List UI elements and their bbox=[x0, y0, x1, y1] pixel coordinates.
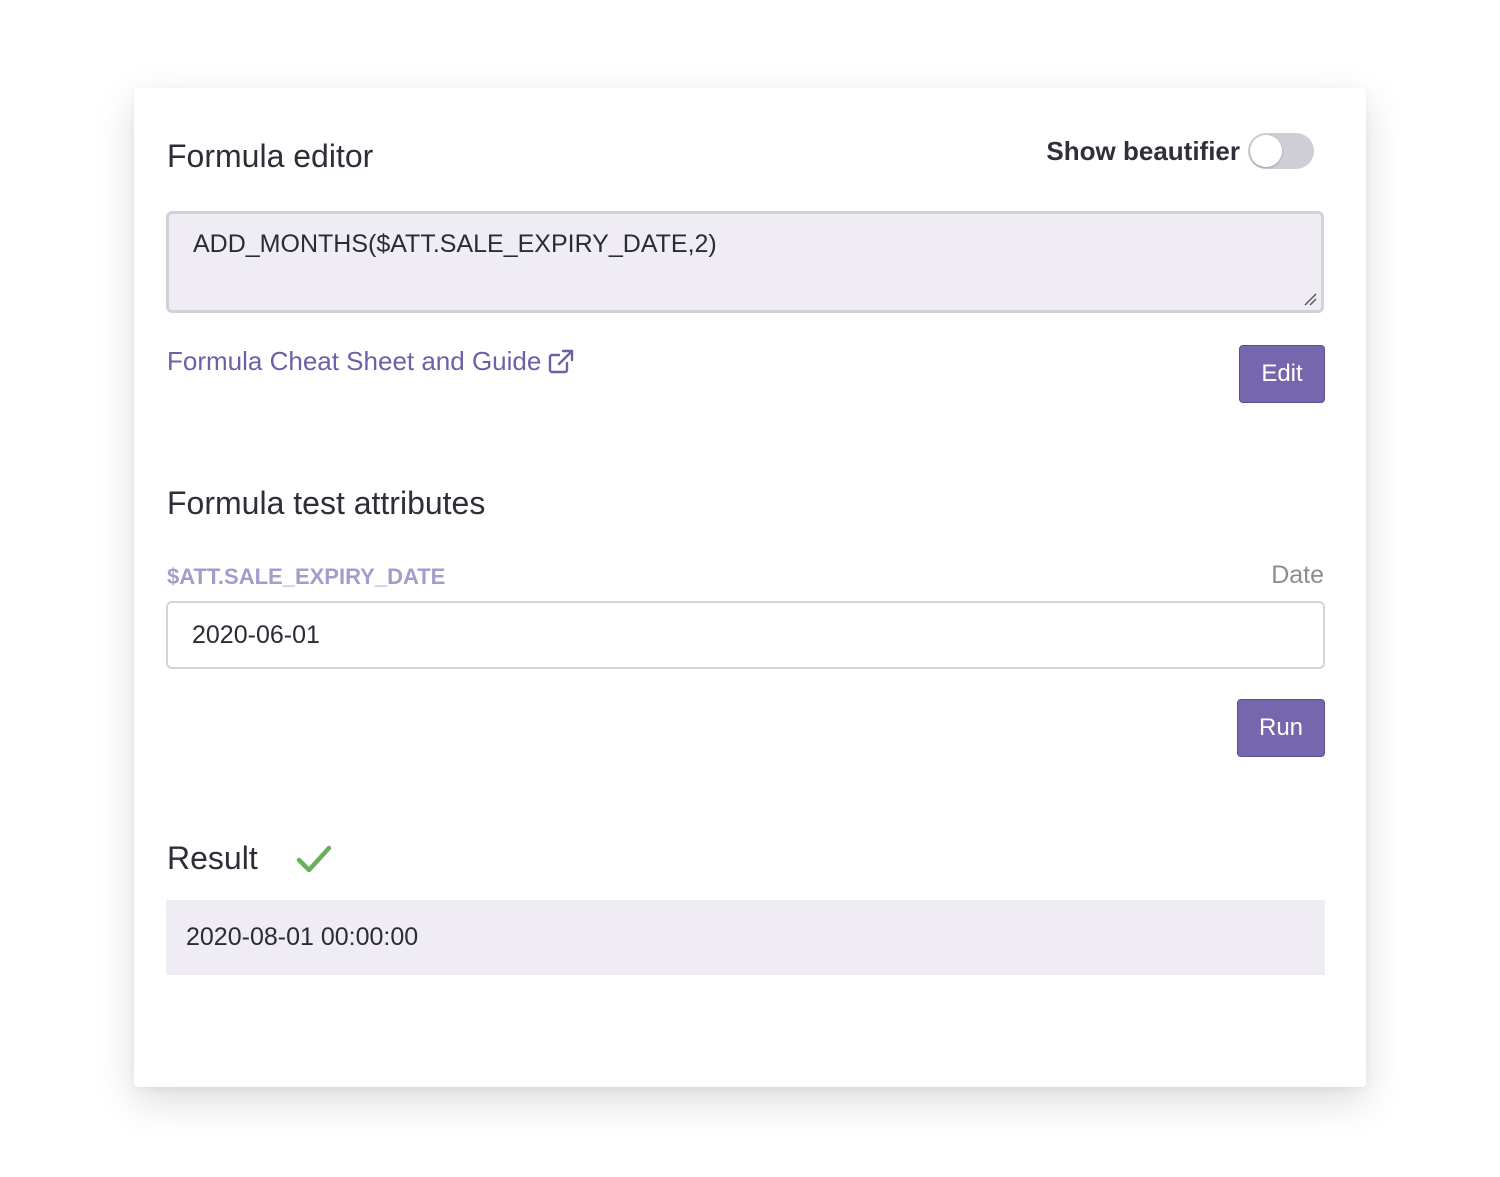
check-icon bbox=[296, 845, 332, 873]
beautifier-label: Show beautifier bbox=[1046, 135, 1240, 166]
attribute-value-input[interactable] bbox=[166, 601, 1325, 669]
beautifier-toggle[interactable] bbox=[1248, 133, 1314, 169]
formula-textarea[interactable]: ADD_MONTHS($ATT.SALE_EXPIRY_DATE,2) bbox=[166, 211, 1324, 313]
formula-editor-card: Formula editor Show beautifier ADD_MONTH… bbox=[134, 88, 1366, 1087]
toggle-knob bbox=[1250, 135, 1282, 167]
test-attributes-title: Formula test attributes bbox=[167, 485, 486, 521]
beautifier-control: Show beautifier bbox=[1046, 133, 1314, 169]
formula-editor-title: Formula editor bbox=[167, 138, 374, 174]
formula-guide-link[interactable]: Formula Cheat Sheet and Guide bbox=[167, 346, 575, 377]
result-output: 2020-08-01 00:00:00 bbox=[166, 900, 1325, 975]
run-button[interactable]: Run bbox=[1237, 699, 1325, 757]
resize-grip-icon[interactable] bbox=[1303, 292, 1317, 306]
formula-guide-link-label: Formula Cheat Sheet and Guide bbox=[167, 346, 542, 376]
attribute-name: $ATT.SALE_EXPIRY_DATE bbox=[167, 564, 446, 589]
external-link-icon bbox=[549, 349, 574, 373]
result-value: 2020-08-01 00:00:00 bbox=[186, 923, 419, 951]
edit-button[interactable]: Edit bbox=[1239, 345, 1325, 403]
formula-text: ADD_MONTHS($ATT.SALE_EXPIRY_DATE,2) bbox=[193, 230, 717, 258]
result-title: Result bbox=[167, 840, 258, 876]
attribute-type: Date bbox=[1271, 561, 1324, 589]
